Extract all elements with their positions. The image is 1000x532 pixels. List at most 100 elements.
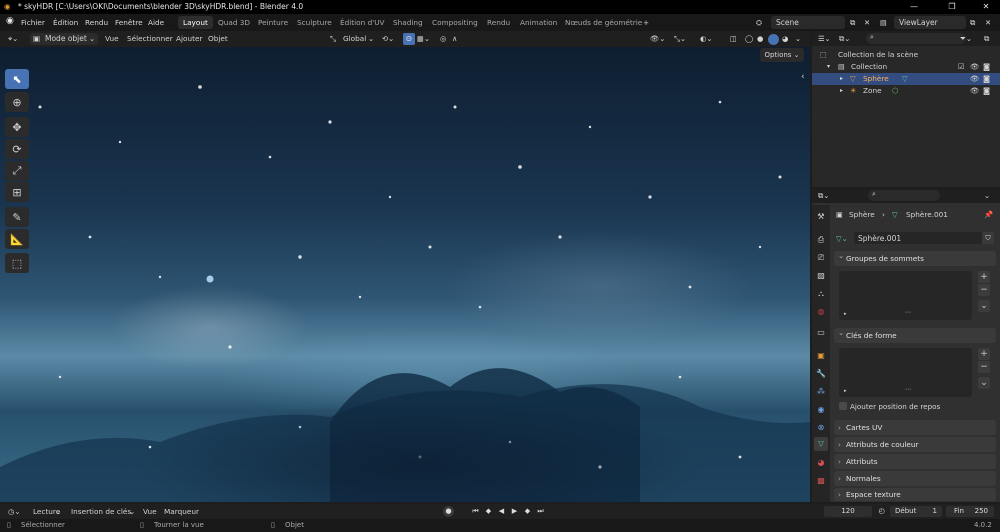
texture-tab-icon[interactable]: ▩ — [815, 475, 827, 487]
material-preview-shading-icon[interactable] — [768, 34, 779, 45]
transform-tool[interactable]: ⊞ — [5, 182, 29, 202]
tab-shading[interactable]: Shading — [393, 18, 423, 27]
menu-objet[interactable]: Objet — [208, 34, 228, 43]
panel-normals[interactable]: Normales — [834, 471, 996, 486]
pin-icon[interactable]: 📌 — [984, 210, 993, 219]
editor-type-icon[interactable]: ⌖⌄ — [8, 34, 18, 44]
constraints-tab-icon[interactable]: ⊗ — [815, 422, 827, 434]
falloff-icon[interactable]: ∧ — [452, 34, 457, 43]
gizmo-icon[interactable]: ⤡⌄ — [674, 34, 686, 44]
fake-user-shield-icon[interactable]: ⛉ — [982, 232, 994, 244]
scene-tab-icon[interactable]: ⛬ — [815, 288, 827, 300]
tab-rendu[interactable]: Rendu — [487, 18, 510, 27]
menu-aide[interactable]: Aide — [148, 18, 164, 27]
scene-selector[interactable]: Scene — [771, 16, 845, 29]
jump-start-icon[interactable]: ⏮ — [470, 506, 481, 517]
outliner-search-input[interactable]: ⌕ — [866, 33, 966, 44]
world-tab-icon[interactable]: ◍ — [815, 306, 827, 318]
vertex-group-specials-button[interactable]: ⌄ — [978, 300, 990, 312]
filter-icon[interactable]: ⏷⌄ — [960, 34, 972, 44]
menu-fenetre[interactable]: Fenêtre — [115, 18, 143, 27]
new-scene-icon[interactable]: ⧉ — [850, 18, 855, 28]
particles-tab-icon[interactable]: ⁂ — [815, 386, 827, 398]
wireframe-shading-icon[interactable]: ◯ — [745, 34, 753, 43]
scene-icon[interactable]: ⛭ — [756, 18, 762, 28]
output-tab-icon[interactable]: ⎚ — [815, 252, 827, 264]
next-keyframe-icon[interactable]: ◆ — [522, 506, 533, 517]
eye-icon[interactable]: 👁 — [970, 73, 979, 85]
snap-icon[interactable]: ⊙ — [403, 33, 415, 45]
move-tool[interactable]: ✥ — [5, 117, 29, 137]
outliner-row-scene-collection[interactable]: ⬚ Collection de la scène — [812, 49, 1000, 61]
sidebar-toggle-icon[interactable]: ‹ — [801, 72, 805, 82]
clock-icon[interactable]: ◴ — [876, 506, 887, 517]
menu-edition[interactable]: Édition — [53, 18, 78, 27]
minimize-button[interactable]: — — [900, 0, 928, 14]
new-collection-icon[interactable]: ⧉ — [984, 34, 989, 44]
tab-animation[interactable]: Animation — [520, 18, 557, 27]
cursor-tool[interactable]: ⊕ — [5, 92, 29, 112]
modifier-tab-icon[interactable]: 🔧 — [815, 368, 827, 380]
camera-icon[interactable]: ◙ — [983, 73, 990, 85]
measure-tool[interactable]: 📐 — [5, 229, 29, 249]
panel-uv-maps[interactable]: Cartes UV — [834, 420, 996, 435]
shape-key-specials-button[interactable]: ⌄ — [978, 377, 990, 389]
viewlayer-icon[interactable]: ▤ — [880, 18, 887, 27]
resize-grip-icon[interactable]: ⋯ — [905, 386, 911, 393]
vertex-groups-list[interactable]: ▸ ⋯ — [839, 271, 972, 320]
delete-scene-icon[interactable]: ✕ — [864, 18, 870, 27]
outliner-row-collection[interactable]: ▾ ▤ Collection ☑ 👁 ◙ — [812, 61, 1000, 73]
current-frame-field[interactable]: 120 — [824, 506, 872, 517]
add-workspace-button[interactable]: + — [643, 18, 649, 27]
menu-vue-timeline[interactable]: Vue — [143, 507, 157, 516]
xray-icon[interactable]: ◫ — [730, 34, 737, 43]
expand-arrow-icon[interactable]: ▸ — [840, 73, 843, 85]
add-shape-key-button[interactable]: + — [978, 348, 990, 360]
orientation-label[interactable]: Global — [343, 34, 366, 43]
overlays-icon[interactable]: ◐⌄ — [700, 34, 712, 43]
eye-icon[interactable]: 👁 — [970, 61, 979, 73]
camera-icon[interactable]: ◙ — [983, 61, 990, 73]
blender-menu-icon[interactable]: ◉ — [6, 16, 14, 26]
eye-icon[interactable]: 👁 — [970, 85, 979, 97]
play-reverse-icon[interactable]: ◀ — [496, 506, 507, 517]
mesh-name-field[interactable]: Sphère.001 — [854, 232, 982, 244]
timeline-editor-icon[interactable]: ◷⌄ — [8, 507, 20, 516]
end-frame-field[interactable]: Fin 250 — [946, 506, 994, 517]
chevron-down-icon[interactable]: ⌄ — [984, 191, 990, 200]
menu-rendu[interactable]: Rendu — [85, 18, 108, 27]
remove-shape-key-button[interactable]: − — [978, 361, 990, 373]
proportional-editing-icon[interactable]: ◎ — [440, 34, 446, 43]
maximize-button[interactable]: ❐ — [938, 0, 966, 14]
expand-arrow-icon[interactable]: ▸ — [844, 311, 847, 317]
menu-ajouter[interactable]: Ajouter — [176, 34, 202, 43]
select-box-tool[interactable]: ⬉ — [5, 69, 29, 89]
display-mode-icon[interactable]: ⧉⌄ — [839, 34, 850, 44]
panel-attributes[interactable]: Attributs — [834, 454, 996, 469]
rotate-tool[interactable]: ⟳ — [5, 139, 29, 159]
resize-grip-icon[interactable]: ⋯ — [905, 309, 911, 316]
expand-arrow-icon[interactable]: ▸ — [844, 388, 847, 394]
tab-peinture[interactable]: Peinture — [258, 18, 288, 27]
remove-vertex-group-button[interactable]: − — [978, 284, 990, 296]
object-tab-icon[interactable]: ▣ — [815, 350, 827, 362]
play-icon[interactable]: ▶ — [509, 506, 520, 517]
expand-arrow-icon[interactable]: ▸ — [840, 85, 843, 97]
expand-arrow-icon[interactable]: ▾ — [827, 61, 830, 73]
panel-vertex-groups[interactable]: Groupes de sommets — [834, 248, 996, 266]
properties-search-input[interactable]: ⌕ — [868, 190, 940, 201]
collection-tab-icon[interactable]: ▭ — [815, 327, 827, 339]
relative-checkbox[interactable] — [839, 402, 847, 410]
viewlayer-selector[interactable]: ViewLayer — [894, 16, 966, 29]
menu-fichier[interactable]: Fichier — [21, 18, 45, 27]
material-tab-icon[interactable]: ◕ — [815, 457, 827, 469]
menu-insertion-cles[interactable]: Insertion de clés — [71, 507, 131, 516]
menu-marqueur[interactable]: Marqueur — [164, 507, 199, 516]
tool-tab-icon[interactable]: ⚒ — [815, 211, 827, 223]
pivot-point-icon[interactable]: ⟲⌄ — [382, 34, 394, 43]
properties-editor-icon[interactable]: ⧉⌄ — [818, 191, 829, 201]
delete-viewlayer-icon[interactable]: ✕ — [985, 18, 991, 27]
close-button[interactable]: ✕ — [972, 0, 1000, 14]
shading-options-icon[interactable]: ⌄ — [795, 34, 801, 43]
tab-noeuds-geometrie[interactable]: Nœuds de géométrie — [565, 18, 642, 27]
